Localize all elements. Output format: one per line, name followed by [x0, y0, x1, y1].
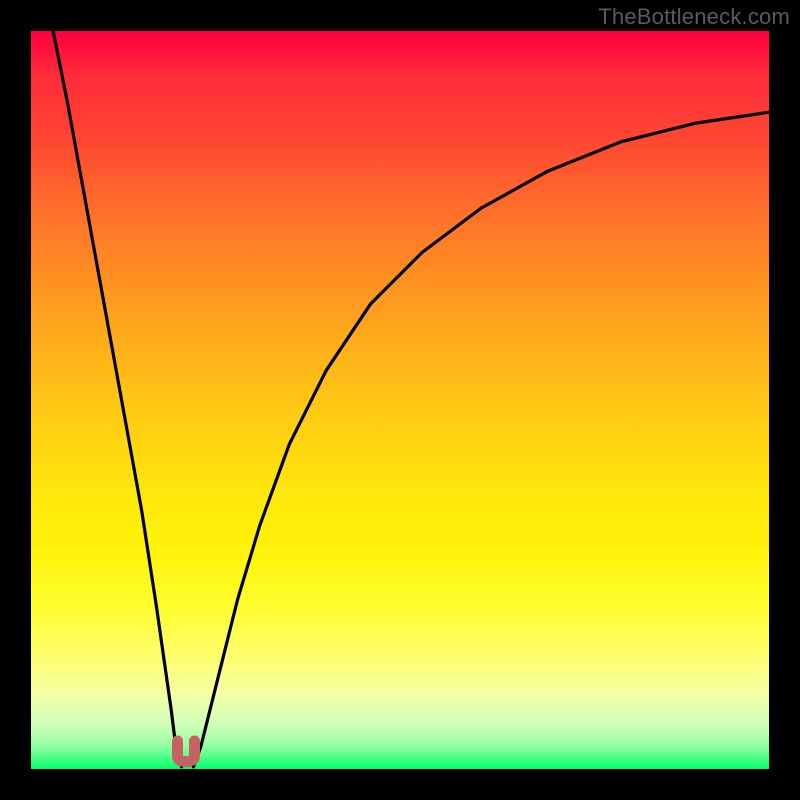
curve-left-branch [53, 31, 181, 767]
bottleneck-curve [53, 31, 769, 767]
chart-canvas: TheBottleneck.com [0, 0, 800, 800]
watermark-text: TheBottleneck.com [598, 4, 790, 30]
curve-right-branch [193, 112, 769, 767]
curves-layer [31, 31, 769, 769]
bottleneck-marker [177, 741, 194, 762]
plot-area [31, 31, 769, 769]
